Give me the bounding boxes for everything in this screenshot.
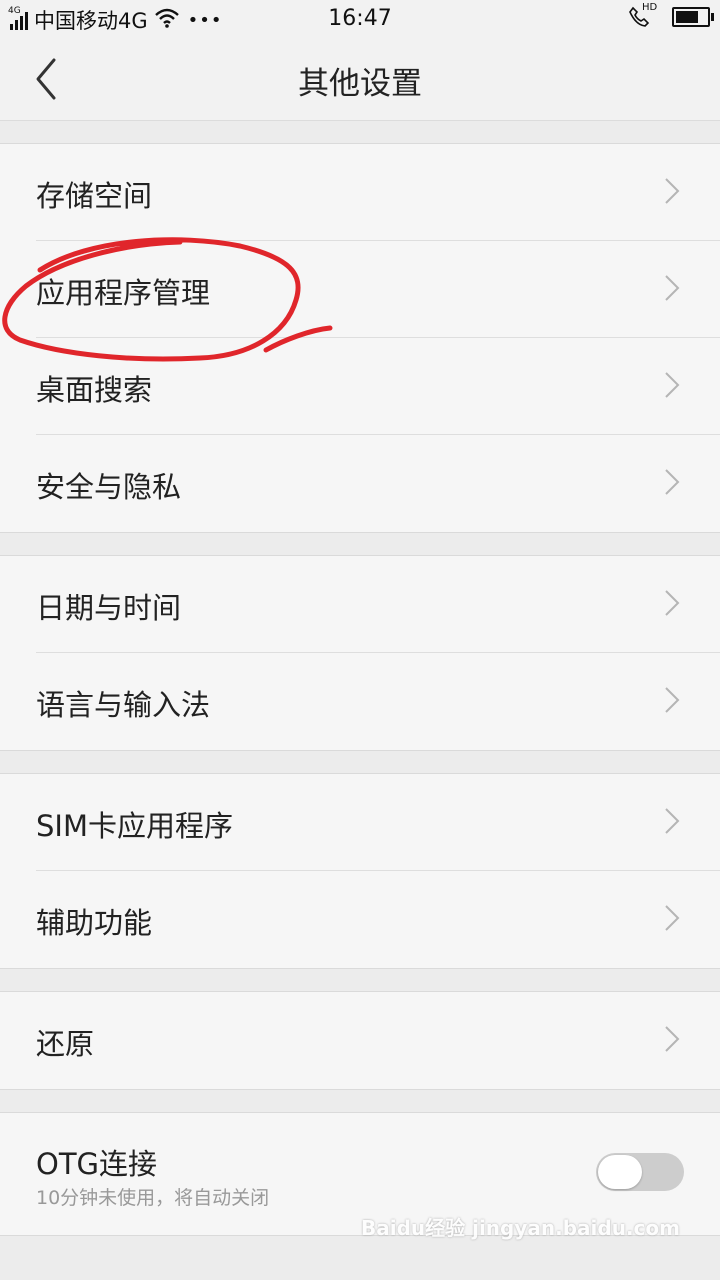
settings-group-otg: OTG连接 10分钟未使用，将自动关闭: [0, 1112, 720, 1236]
setting-label: 应用程序管理: [36, 276, 211, 310]
setting-label: 存储空间: [36, 179, 153, 213]
otg-label: OTG连接: [36, 1147, 158, 1181]
settings-group-1: 存储空间 应用程序管理 桌面搜索 安全与隐私: [0, 143, 720, 533]
chevron-right-icon: [665, 275, 680, 301]
clock: 16:47: [328, 6, 392, 31]
settings-group-3: SIM卡应用程序 辅助功能: [0, 773, 720, 969]
setting-label: 辅助功能: [36, 906, 153, 940]
chevron-right-icon: [665, 808, 680, 834]
setting-row-app-management[interactable]: 应用程序管理: [0, 241, 720, 338]
chevron-right-icon: [665, 590, 680, 616]
setting-row-security-privacy[interactable]: 安全与隐私: [0, 435, 720, 532]
toggle-knob: [598, 1155, 642, 1189]
chevron-right-icon: [665, 372, 680, 398]
setting-label: SIM卡应用程序: [36, 809, 233, 843]
setting-row-storage[interactable]: 存储空间: [0, 144, 720, 241]
otg-subtitle: 10分钟未使用，将自动关闭: [36, 1187, 270, 1209]
back-button[interactable]: [28, 56, 68, 102]
setting-row-reset[interactable]: 还原: [0, 992, 720, 1089]
hd-call-icon: HD: [628, 2, 658, 29]
settings-group-4: 还原: [0, 991, 720, 1090]
chevron-right-icon: [665, 469, 680, 495]
settings-group-2: 日期与时间 语言与输入法: [0, 555, 720, 751]
chevron-right-icon: [665, 905, 680, 931]
setting-label: 语言与输入法: [36, 688, 211, 722]
setting-row-accessibility[interactable]: 辅助功能: [0, 871, 720, 968]
page-title: 其他设置: [298, 66, 422, 102]
setting-label: 安全与隐私: [36, 470, 182, 504]
setting-label: 日期与时间: [36, 591, 182, 625]
setting-row-date-time[interactable]: 日期与时间: [0, 556, 720, 653]
chevron-right-icon: [665, 1026, 680, 1052]
setting-row-otg[interactable]: OTG连接 10分钟未使用，将自动关闭: [0, 1113, 720, 1235]
status-bar: 4G 中国移动4G ••• 16:47 HD: [0, 0, 720, 38]
battery-icon: [672, 7, 714, 27]
setting-row-sim-apps[interactable]: SIM卡应用程序: [0, 774, 720, 871]
app-header: 其他设置: [0, 38, 720, 121]
hd-label: HD: [642, 2, 658, 13]
chevron-right-icon: [665, 178, 680, 204]
setting-row-language-input[interactable]: 语言与输入法: [0, 653, 720, 750]
setting-label: 桌面搜索: [36, 373, 153, 407]
otg-toggle[interactable]: [596, 1153, 684, 1191]
chevron-left-icon: [36, 58, 56, 100]
setting-label: 还原: [36, 1027, 95, 1061]
setting-row-desktop-search[interactable]: 桌面搜索: [0, 338, 720, 435]
chevron-right-icon: [665, 687, 680, 713]
